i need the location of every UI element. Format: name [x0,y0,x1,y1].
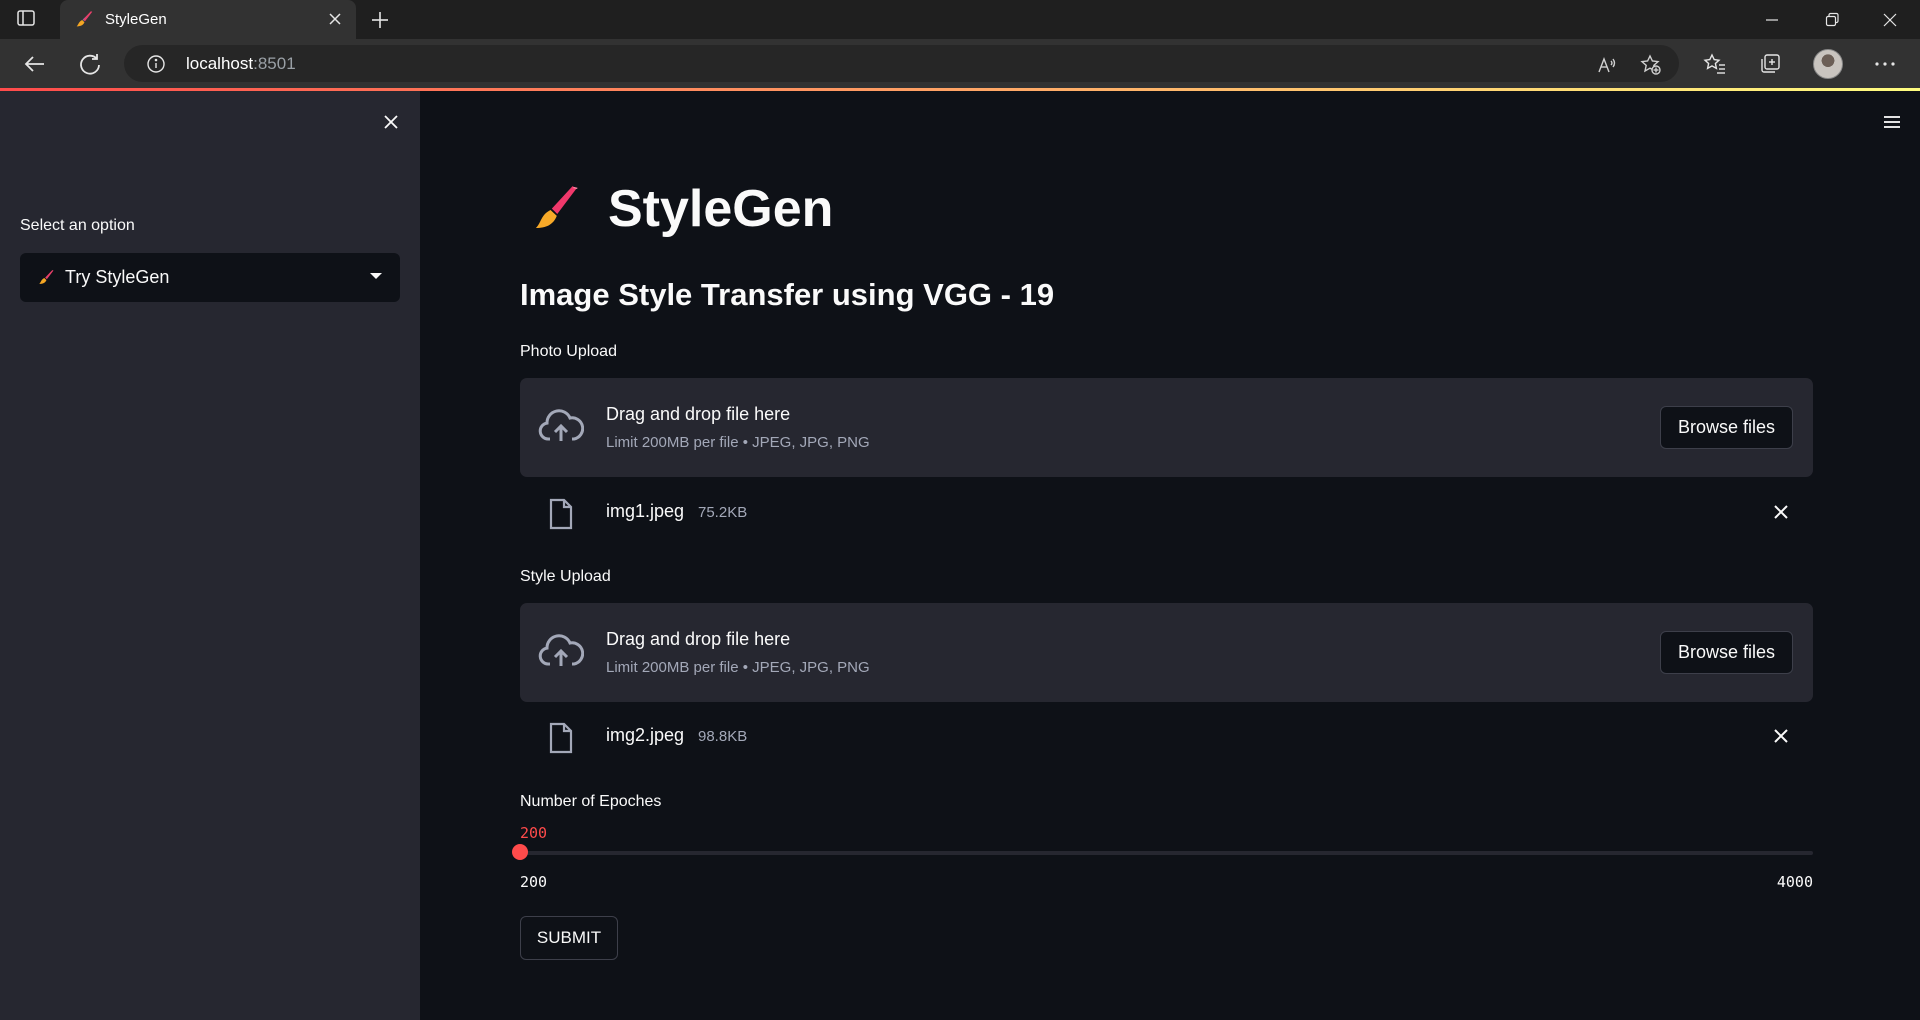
option-selectbox[interactable]: Try StyleGen [20,253,400,302]
style-dropzone[interactable]: Drag and drop file here Limit 200MB per … [520,603,1813,702]
browser-tab-bar: StyleGen [0,0,1920,39]
address-bar: localhost:8501 [0,39,1920,88]
style-file-size: 98.8KB [698,728,748,745]
url-field[interactable]: localhost:8501 [124,45,1679,82]
epochs-label: Number of Epoches [520,793,662,810]
tab-title: StyleGen [105,11,167,28]
tab-actions-icon[interactable] [16,8,42,32]
more-options-icon[interactable] [1872,51,1898,77]
new-tab-icon[interactable] [368,8,392,32]
main-content: StyleGen Image Style Transfer using VGG … [420,91,1920,1020]
page-title-row: StyleGen [520,179,1120,239]
style-browse-button[interactable]: Browse files [1660,631,1793,674]
dropzone-limit-text: Limit 200MB per file • JPEG, JPG, PNG [606,434,870,451]
remove-style-icon[interactable] [1772,727,1790,745]
dropzone-title: Drag and drop file here [606,629,791,649]
paintbrush-icon [76,11,93,27]
cloud-upload-icon [538,634,584,666]
select-option-label: Select an option [20,217,135,234]
page-title: StyleGen [608,180,834,238]
favorites-icon[interactable] [1702,51,1728,77]
back-arrow-icon[interactable] [22,51,48,77]
style-file-name: img2.jpeg [606,725,685,745]
url-port: :8501 [253,54,296,73]
epochs-slider-track[interactable] [520,851,1813,855]
photo-browse-button[interactable]: Browse files [1660,406,1793,449]
close-tab-icon[interactable] [326,10,344,28]
submit-button[interactable]: SUBMIT [520,916,618,960]
remove-photo-icon[interactable] [1772,503,1790,521]
file-icon [549,498,573,530]
close-window-button[interactable] [1862,0,1920,39]
add-favorite-icon[interactable] [1640,54,1662,76]
style-upload-label: Style Upload [520,568,611,585]
photo-file-size: 75.2KB [698,504,748,521]
file-icon [549,722,573,754]
read-aloud-icon[interactable] [1596,54,1618,76]
page-subtitle: Image Style Transfer using VGG - 19 [520,277,1055,312]
minimize-button[interactable] [1744,0,1802,39]
paintbrush-icon [535,186,578,228]
dropzone-title: Drag and drop file here [606,404,791,424]
site-info-icon[interactable] [146,54,166,74]
epochs-slider-thumb[interactable] [512,844,528,860]
epochs-max-label: 4000 [1776,873,1813,891]
photo-file-row: img1.jpeg 75.2KB [520,482,1813,542]
close-sidebar-icon[interactable] [380,111,402,133]
profile-avatar[interactable] [1813,49,1843,79]
selected-option: Try StyleGen [65,267,170,287]
epochs-current-value: 200 [520,824,548,842]
epochs-min-label: 200 [520,873,548,891]
cloud-upload-icon [538,409,584,441]
url-host: localhost [186,54,254,73]
menu-icon[interactable] [1880,110,1904,134]
sidebar: Select an option Try StyleGen [0,91,420,1020]
browser-tab-stylegen[interactable]: StyleGen [60,0,356,39]
caret-down-icon [370,273,382,279]
style-file-row: img2.jpeg 98.8KB [520,706,1813,766]
paintbrush-icon [39,270,54,284]
photo-file-name: img1.jpeg [606,501,685,521]
photo-dropzone[interactable]: Drag and drop file here Limit 200MB per … [520,378,1813,477]
url-text: localhost:8501 [186,54,296,74]
collections-icon[interactable] [1757,51,1783,77]
refresh-icon[interactable] [77,51,103,77]
restore-button[interactable] [1804,0,1862,39]
photo-upload-label: Photo Upload [520,343,617,360]
dropzone-limit-text: Limit 200MB per file • JPEG, JPG, PNG [606,659,870,676]
